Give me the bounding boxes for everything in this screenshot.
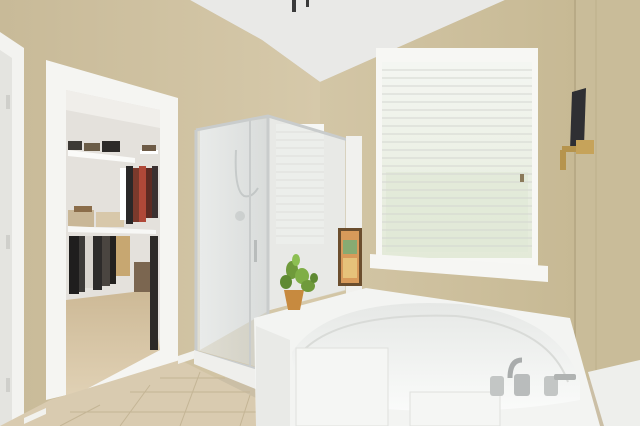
bathroom-photo <box>0 0 640 426</box>
right-wall <box>575 0 640 380</box>
closet-doorway <box>46 60 178 400</box>
bathroom-scene <box>0 0 640 426</box>
left-door-frame <box>0 32 24 426</box>
framed-art <box>338 228 362 286</box>
window-with-blinds <box>370 48 548 282</box>
